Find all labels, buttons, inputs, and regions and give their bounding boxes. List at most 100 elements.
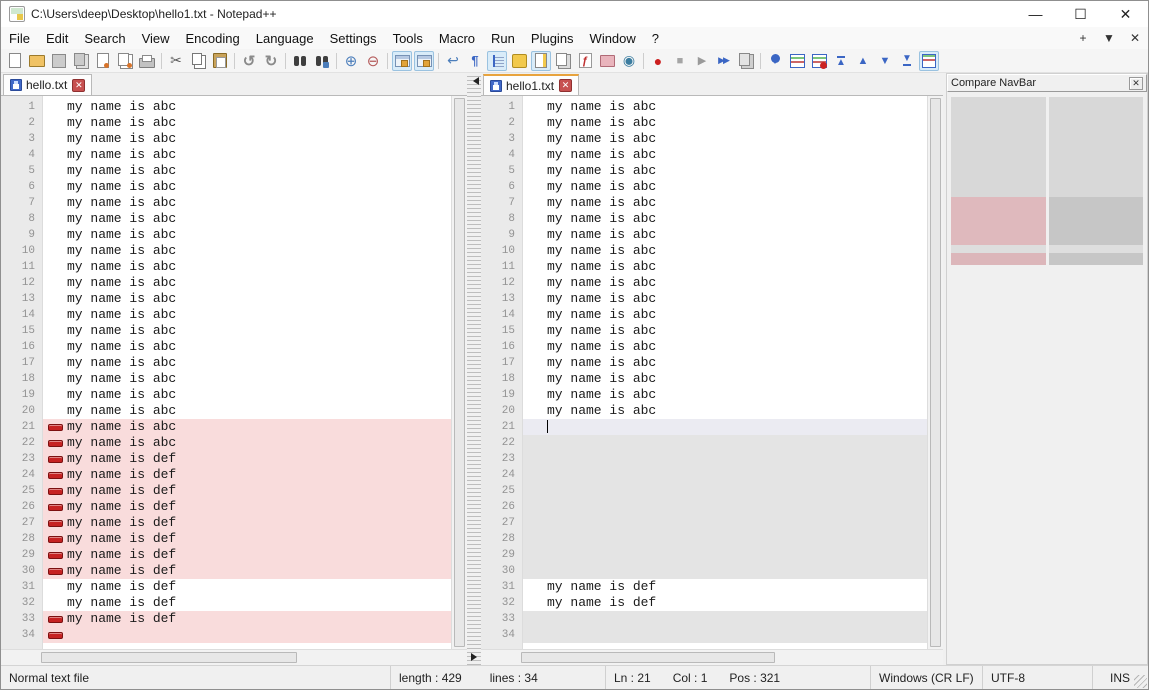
- editor-line[interactable]: 22: [481, 435, 927, 451]
- editor-line[interactable]: 21: [481, 419, 927, 435]
- editor-line[interactable]: 24: [481, 467, 927, 483]
- editor-line[interactable]: 31 my name is def: [1, 579, 451, 595]
- editor-line[interactable]: 25: [481, 483, 927, 499]
- copy-icon[interactable]: [188, 51, 208, 71]
- editor-line[interactable]: 30 my name is def: [1, 563, 451, 579]
- monitoring-icon[interactable]: [619, 51, 639, 71]
- menu-item-macro[interactable]: Macro: [431, 29, 483, 48]
- last-diff-icon[interactable]: [897, 51, 917, 71]
- editor-line[interactable]: 1 my name is abc: [1, 99, 451, 115]
- editor-line[interactable]: 33 my name is def: [1, 611, 451, 627]
- editor-line[interactable]: 20 my name is abc: [1, 403, 451, 419]
- macro-stop-icon[interactable]: [670, 51, 690, 71]
- editor-line[interactable]: 10 my name is abc: [1, 243, 451, 259]
- new-tab-button[interactable]: +: [1070, 31, 1096, 45]
- editor-line[interactable]: 10 my name is abc: [481, 243, 927, 259]
- zoom-in-icon[interactable]: [341, 51, 361, 71]
- word-wrap-icon[interactable]: [443, 51, 463, 71]
- replace-icon[interactable]: [312, 51, 332, 71]
- compare-navbar-map[interactable]: [947, 92, 1147, 265]
- editor-line[interactable]: 15 my name is abc: [1, 323, 451, 339]
- indent-guide-icon[interactable]: [487, 50, 507, 71]
- editor-line[interactable]: 13 my name is abc: [1, 291, 451, 307]
- navbar-diff-block[interactable]: [1048, 197, 1143, 245]
- tab-close-icon[interactable]: ✕: [72, 78, 86, 92]
- navbar-diff-block[interactable]: [951, 245, 1046, 253]
- tab-close-icon[interactable]: ✕: [559, 79, 573, 92]
- cut-icon[interactable]: [166, 51, 186, 71]
- compare-navbar-close-icon[interactable]: ✕: [1129, 76, 1143, 90]
- left-editor[interactable]: 1 my name is abc 2 my name is abc 3 my name i…: [1, 96, 467, 649]
- editor-line[interactable]: 14 my name is abc: [1, 307, 451, 323]
- editor-line[interactable]: 17 my name is abc: [1, 355, 451, 371]
- status-eol-format[interactable]: Windows (CR LF): [871, 666, 983, 689]
- new-file-icon[interactable]: [5, 51, 25, 71]
- redo-icon[interactable]: [261, 51, 281, 71]
- editor-line[interactable]: 16 my name is abc: [1, 339, 451, 355]
- compare-set-first-icon[interactable]: [765, 51, 785, 71]
- editor-line[interactable]: 29 my name is def: [1, 547, 451, 563]
- doc-switcher-icon[interactable]: [597, 51, 617, 71]
- doc-map-icon[interactable]: [531, 50, 551, 71]
- macro-record-icon[interactable]: [648, 51, 668, 71]
- editor-line[interactable]: 8 my name is abc: [481, 211, 927, 227]
- editor-line[interactable]: 7 my name is abc: [481, 195, 927, 211]
- editor-line[interactable]: 26 my name is def: [1, 499, 451, 515]
- navbar-diff-block[interactable]: [951, 197, 1046, 245]
- editor-line[interactable]: 23: [481, 451, 927, 467]
- close-button[interactable]: ✕: [1103, 1, 1148, 27]
- compare-navbar-icon[interactable]: [919, 50, 939, 71]
- navbar-diff-block[interactable]: [951, 253, 1046, 265]
- sync-horizontal-icon[interactable]: [414, 50, 434, 71]
- right-vertical-scrollbar[interactable]: [927, 96, 943, 649]
- editor-line[interactable]: 18 my name is abc: [481, 371, 927, 387]
- editor-line[interactable]: 32 my name is def: [1, 595, 451, 611]
- editor-line[interactable]: 6 my name is abc: [481, 179, 927, 195]
- sync-vertical-icon[interactable]: [392, 50, 412, 71]
- editor-line[interactable]: 19 my name is abc: [481, 387, 927, 403]
- menu-item-encoding[interactable]: Encoding: [178, 29, 248, 48]
- close-all-icon[interactable]: [115, 51, 135, 71]
- paste-icon[interactable]: [210, 51, 230, 71]
- editor-line[interactable]: 7 my name is abc: [1, 195, 451, 211]
- navbar-diff-block[interactable]: [1048, 97, 1143, 197]
- editor-line[interactable]: 28: [481, 531, 927, 547]
- navbar-column-left[interactable]: [951, 97, 1046, 265]
- close-tab-button[interactable]: ✕: [1122, 31, 1148, 45]
- macro-save-icon[interactable]: [736, 51, 756, 71]
- find-icon[interactable]: [290, 51, 310, 71]
- pane-splitter[interactable]: [467, 73, 481, 665]
- compare-icon[interactable]: [787, 51, 807, 71]
- editor-line[interactable]: 16 my name is abc: [481, 339, 927, 355]
- editor-line[interactable]: 11 my name is abc: [1, 259, 451, 275]
- editor-line[interactable]: 1 my name is abc: [481, 99, 927, 115]
- resize-grip[interactable]: [1134, 675, 1147, 688]
- editor-line[interactable]: 21 my name is abc: [1, 419, 451, 435]
- minimize-button[interactable]: —: [1013, 1, 1058, 27]
- function-list-icon[interactable]: [575, 51, 595, 71]
- editor-line[interactable]: 12 my name is abc: [481, 275, 927, 291]
- splitter-collapse-right-icon[interactable]: [471, 653, 481, 661]
- first-diff-icon[interactable]: [831, 51, 851, 71]
- zoom-out-icon[interactable]: [363, 51, 383, 71]
- open-file-icon[interactable]: [27, 51, 47, 71]
- menu-item-plugins[interactable]: Plugins: [523, 29, 582, 48]
- editor-line[interactable]: 2 my name is abc: [481, 115, 927, 131]
- editor-line[interactable]: 23 my name is def: [1, 451, 451, 467]
- next-diff-icon[interactable]: [875, 51, 895, 71]
- editor-line[interactable]: 27 my name is def: [1, 515, 451, 531]
- save-all-icon[interactable]: [71, 51, 91, 71]
- left-vertical-scrollbar[interactable]: [451, 96, 467, 649]
- editor-line[interactable]: 34: [481, 627, 927, 643]
- editor-line[interactable]: 2 my name is abc: [1, 115, 451, 131]
- editor-line[interactable]: 19 my name is abc: [1, 387, 451, 403]
- right-horizontal-scrollbar[interactable]: [481, 649, 943, 665]
- editor-line[interactable]: 9 my name is abc: [1, 227, 451, 243]
- print-icon[interactable]: [137, 51, 157, 71]
- menu-item-edit[interactable]: Edit: [38, 29, 76, 48]
- editor-line[interactable]: 3 my name is abc: [1, 131, 451, 147]
- prev-diff-icon[interactable]: [853, 51, 873, 71]
- editor-line[interactable]: 29: [481, 547, 927, 563]
- close-icon[interactable]: [93, 51, 113, 71]
- editor-line[interactable]: 26: [481, 499, 927, 515]
